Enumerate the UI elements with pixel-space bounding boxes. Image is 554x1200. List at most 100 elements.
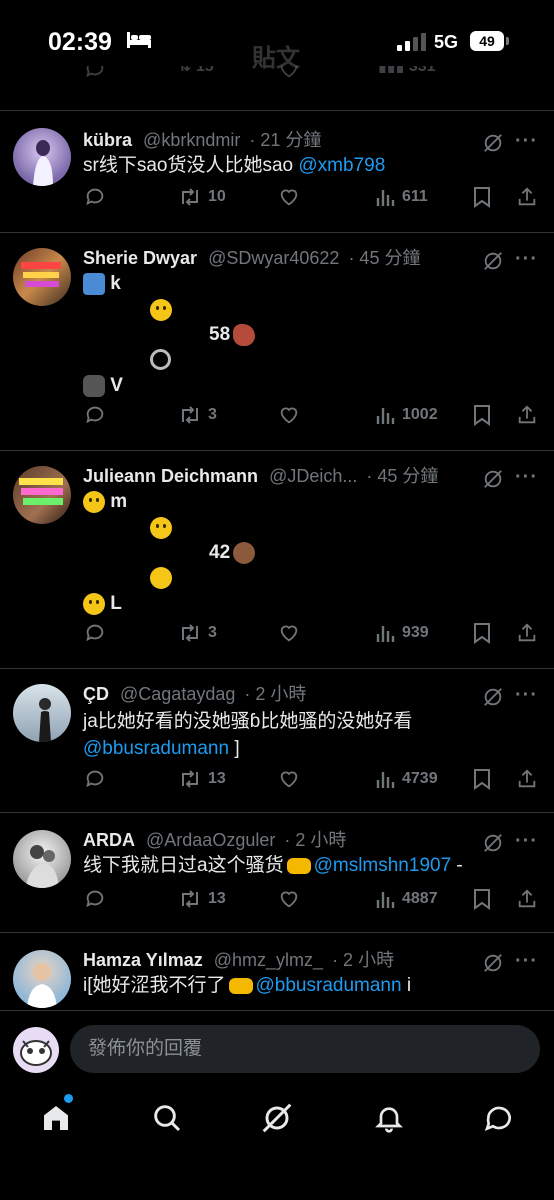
grok-icon[interactable]	[482, 686, 504, 708]
messages-icon[interactable]	[483, 1102, 515, 1134]
tweet-text: sr线下sao货没人比她sao @xmb798	[83, 155, 386, 176]
like-button[interactable]	[278, 622, 300, 644]
avatar[interactable]	[13, 248, 71, 306]
mention-link[interactable]: @bbusradumann	[256, 975, 402, 996]
author-handle[interactable]: @SDwyar40622	[208, 248, 339, 268]
share-icon[interactable]	[516, 622, 538, 644]
share-icon[interactable]	[516, 404, 538, 426]
grok-icon[interactable]	[261, 1102, 293, 1134]
divider	[0, 932, 554, 933]
reply-button[interactable]	[84, 186, 106, 208]
tweet-card[interactable]: kübra @kbrkndmir · 21 分鐘 ··· sr线下sao货没人比…	[0, 126, 554, 230]
avatar[interactable]	[13, 830, 71, 888]
tweet-card[interactable]: Hamza Yılmaz @hmz_ylmz_ · 2 小時 ··· i[她好涩…	[0, 946, 554, 1010]
author-name[interactable]: ÇD	[83, 684, 109, 704]
views-button[interactable]: 939	[376, 622, 429, 644]
retweet-button[interactable]: 13	[178, 768, 226, 790]
reply-icon	[86, 66, 104, 78]
author-name[interactable]: ARDA	[83, 830, 135, 850]
more-icon[interactable]: ···	[515, 950, 538, 973]
author-handle[interactable]: @kbrkndmir	[143, 130, 240, 150]
notifications-icon[interactable]	[373, 1102, 405, 1134]
tweet-actions: 13 4739	[0, 768, 554, 798]
like-button[interactable]	[278, 768, 300, 790]
views-button[interactable]: 4887	[376, 888, 438, 910]
more-icon[interactable]: ···	[515, 830, 538, 853]
author-name[interactable]: Sherie Dwyar	[83, 248, 197, 268]
author-handle[interactable]: @hmz_ylmz_	[214, 950, 323, 970]
grok-icon[interactable]	[482, 832, 504, 854]
like-button[interactable]	[278, 404, 300, 426]
bookmark-icon[interactable]	[472, 404, 492, 426]
author-name[interactable]: kübra	[83, 130, 132, 150]
cat-joy-emoji	[150, 566, 172, 589]
reply-button[interactable]	[84, 768, 106, 790]
more-icon[interactable]: ···	[515, 248, 538, 271]
mention-link[interactable]: @bbusradumann	[83, 738, 229, 759]
share-icon[interactable]	[516, 768, 538, 790]
bookmark-icon[interactable]	[472, 186, 492, 208]
like-button[interactable]	[278, 888, 300, 910]
tweet-time: · 2 小時	[244, 684, 307, 704]
views-button[interactable]: 4739	[376, 768, 438, 790]
retweet-button[interactable]: 10	[178, 186, 226, 208]
reply-input[interactable]: 發佈你的回覆	[70, 1025, 540, 1073]
tweet-card[interactable]: Sherie Dwyar @SDwyar40622 · 45 分鐘 ··· k …	[0, 244, 554, 434]
more-icon[interactable]: ···	[515, 684, 538, 707]
reply-button[interactable]	[84, 888, 106, 910]
more-icon[interactable]: ···	[515, 466, 538, 489]
author-name[interactable]: Julieann Deichmann	[83, 466, 258, 486]
footprints-emoji	[83, 374, 105, 397]
sweet-potato-emoji	[233, 323, 256, 346]
tweet-card[interactable]: Julieann Deichmann @JDeich... · 45 分鐘 ··…	[0, 462, 554, 652]
mention-link[interactable]: @mslmshn1907	[314, 855, 452, 876]
tweet-time: · 21 分鐘	[249, 130, 322, 150]
grok-icon[interactable]	[482, 468, 504, 490]
bookmark-icon[interactable]	[472, 622, 492, 644]
kissing-face-emoji	[150, 298, 172, 321]
previous-retweet-count: ⇅ 15	[178, 66, 214, 75]
tweet-card[interactable]: ÇD @Cagataydag · 2 小時 ··· ja比她好看的没她骚ɓ比她骚…	[0, 680, 554, 800]
views-button[interactable]: 1002	[376, 404, 438, 426]
avatar[interactable]	[13, 466, 71, 524]
previous-tweet-actions: ⇅ 15 ▮▮▮ 331	[0, 66, 554, 92]
grok-icon[interactable]	[482, 952, 504, 974]
network-type: 5G	[434, 32, 459, 52]
avatar[interactable]	[13, 684, 71, 742]
home-icon[interactable]	[40, 1102, 72, 1134]
share-icon[interactable]	[516, 186, 538, 208]
retweet-button[interactable]: 3	[178, 404, 217, 426]
tweet-card[interactable]: ARDA @ArdaaOzguler · 2 小時 ··· 线下我就日过a这个骚…	[0, 826, 554, 926]
pointing-hand-emoji	[286, 857, 311, 874]
my-avatar[interactable]	[13, 1027, 59, 1073]
reply-button[interactable]	[84, 622, 106, 644]
avatar[interactable]	[13, 128, 71, 186]
reply-composer: 發佈你的回覆	[0, 1010, 554, 1087]
tweet-header: ARDA @ArdaaOzguler · 2 小時	[83, 826, 483, 854]
retweet-button[interactable]: 3	[178, 622, 217, 644]
avatar[interactable]	[13, 950, 71, 1008]
retweet-button[interactable]: 13	[178, 888, 226, 910]
author-handle[interactable]: @ArdaaOzguler	[146, 830, 275, 850]
more-icon[interactable]: ···	[515, 130, 538, 153]
like-button[interactable]	[278, 186, 300, 208]
search-icon[interactable]	[151, 1102, 183, 1134]
like-icon	[280, 891, 298, 908]
like-icon	[280, 66, 298, 78]
tweet-text: i[她好涩我不行了 @bbusradumann i	[83, 975, 412, 996]
author-handle[interactable]: @Cagataydag	[120, 684, 235, 704]
share-icon[interactable]	[516, 888, 538, 910]
tweet-text: 线下我就日过a这个骚货 @mslmshn1907 -	[83, 855, 463, 876]
views-button[interactable]: 611	[376, 186, 428, 208]
author-name[interactable]: Hamza Yılmaz	[83, 950, 203, 970]
bookmark-icon[interactable]	[472, 888, 492, 910]
reply-button[interactable]	[84, 404, 106, 426]
mention-link[interactable]: @xmb798	[298, 155, 385, 176]
author-handle[interactable]: @JDeich...	[269, 466, 357, 486]
grok-icon[interactable]	[482, 132, 504, 154]
bookmark-icon[interactable]	[472, 768, 492, 790]
tweet-actions: 13 4887	[0, 888, 554, 918]
retweet-icon	[182, 890, 198, 908]
grok-icon[interactable]	[482, 250, 504, 272]
tweet-text: m 42 L	[83, 488, 523, 618]
